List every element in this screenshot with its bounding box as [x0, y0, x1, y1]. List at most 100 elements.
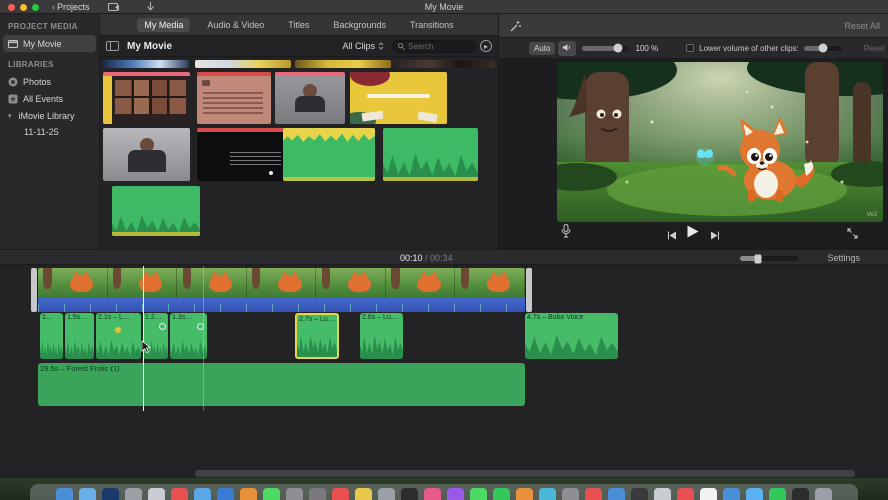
timeline-audio-clip[interactable]: 1.5s…	[65, 313, 94, 359]
dock-app-icon[interactable]	[424, 488, 441, 500]
video-preview[interactable]: Ve3	[557, 62, 883, 222]
timeline-audio-clip[interactable]: 4.7s – Bobo Voice	[525, 313, 618, 359]
sidebar-item-library-date[interactable]: 11-11-25	[0, 124, 99, 140]
timeline-audio-clip[interactable]: 1…	[40, 313, 63, 359]
dock-app-icon[interactable]	[56, 488, 73, 500]
media-thumbnail[interactable]	[295, 60, 391, 68]
timeline-hscrollbar[interactable]	[195, 470, 855, 477]
dock-app-icon[interactable]	[539, 488, 556, 500]
tab-backgrounds[interactable]: Backgrounds	[326, 18, 393, 32]
media-thumbnail[interactable]	[195, 60, 291, 68]
tab-audio-video[interactable]: Audio & Video	[200, 18, 271, 32]
speaker-icon	[563, 43, 571, 51]
skip-back-icon[interactable]	[667, 227, 677, 245]
dock-app-icon[interactable]	[493, 488, 510, 500]
dock-app-icon[interactable]	[378, 488, 395, 500]
media-thumbnail[interactable]	[197, 72, 271, 124]
enhance-wand-icon[interactable]	[505, 17, 525, 35]
timeline-audio-clip-selected[interactable]: 2.7s – Lu…	[295, 313, 339, 359]
video-clip-audio[interactable]	[38, 298, 525, 312]
dock-app-icon[interactable]	[815, 488, 832, 500]
dock-app-icon[interactable]	[447, 488, 464, 500]
dock-app-icon[interactable]	[286, 488, 303, 500]
sidebar-item-photos[interactable]: Photos	[0, 73, 99, 90]
all-events-icon	[8, 94, 18, 104]
dock-app-icon[interactable]	[171, 488, 188, 500]
dock-app-icon[interactable]	[562, 488, 579, 500]
dock-app-icon[interactable]	[401, 488, 418, 500]
dock-app-icon[interactable]	[585, 488, 602, 500]
lower-volume-slider[interactable]	[803, 43, 842, 53]
skip-forward-icon[interactable]	[710, 227, 720, 245]
fox-forest-frame	[557, 62, 883, 222]
record-voiceover-icon[interactable]	[561, 224, 571, 243]
dock-app-icon[interactable]	[240, 488, 257, 500]
all-clips-filter[interactable]: All Clips	[342, 41, 384, 51]
dock-app-icon[interactable]	[148, 488, 165, 500]
dock-app-icon[interactable]	[631, 488, 648, 500]
media-thumbnail[interactable]	[350, 72, 447, 124]
tab-transitions[interactable]: Transitions	[403, 18, 461, 32]
dock-app-icon[interactable]	[355, 488, 372, 500]
fullscreen-icon[interactable]	[847, 226, 858, 244]
sidebar-item-imovie-library[interactable]: ▾ iMovie Library	[0, 107, 99, 124]
trim-handle-left[interactable]	[31, 268, 37, 312]
media-thumbnail[interactable]	[112, 186, 200, 236]
continuous-playback-icon[interactable]: ▸	[480, 40, 492, 52]
background-music-clip[interactable]: 29.5s – Forest Frolic (1)	[38, 363, 525, 406]
dock-app-icon[interactable]	[194, 488, 211, 500]
dock-app-icon[interactable]	[102, 488, 119, 500]
dock	[30, 484, 858, 500]
dock-app-icon[interactable]	[470, 488, 487, 500]
tab-titles[interactable]: Titles	[281, 18, 316, 32]
reset-all-button[interactable]: Reset All	[844, 21, 880, 31]
video-clip-filmstrip[interactable]	[38, 268, 525, 298]
chevron-down-icon[interactable]: ▾	[8, 112, 12, 120]
filmstrip-frame	[246, 268, 317, 298]
dock-app-icon[interactable]	[769, 488, 786, 500]
play-icon[interactable]	[687, 225, 699, 243]
dock-app-icon[interactable]	[677, 488, 694, 500]
dock-app-icon[interactable]	[723, 488, 740, 500]
auto-volume-button[interactable]: Auto	[529, 41, 556, 55]
search-input[interactable]: Search	[392, 39, 476, 53]
dock-app-icon[interactable]	[516, 488, 533, 500]
timeline-settings-button[interactable]: Settings	[827, 253, 860, 263]
dock-app-icon[interactable]	[309, 488, 326, 500]
media-thumbnail[interactable]	[103, 72, 190, 124]
lower-volume-checkbox[interactable]	[686, 44, 695, 52]
media-thumbnail[interactable]	[103, 60, 189, 68]
dock-app-icon[interactable]	[263, 488, 280, 500]
mouse-cursor	[141, 340, 151, 359]
dock-app-icon[interactable]	[654, 488, 671, 500]
tab-my-media[interactable]: My Media	[137, 17, 191, 32]
dock-app-icon[interactable]	[217, 488, 234, 500]
dock-app-icon[interactable]	[125, 488, 142, 500]
media-thumbnail[interactable]	[395, 60, 495, 68]
dock-app-icon[interactable]	[79, 488, 96, 500]
sidebar-item-my-movie[interactable]: My Movie	[3, 35, 96, 52]
trim-handle-right[interactable]	[526, 268, 532, 312]
media-thumbnail[interactable]	[383, 128, 478, 181]
browser-title: My Movie	[127, 40, 173, 52]
sidebar-toggle-icon[interactable]	[106, 41, 119, 51]
mute-button[interactable]	[558, 40, 577, 56]
timeline-audio-clip[interactable]: 2.6s – Lu…	[360, 313, 403, 359]
dock-app-icon[interactable]	[332, 488, 349, 500]
filmstrip-frame	[316, 268, 386, 298]
dock-app-icon[interactable]	[608, 488, 625, 500]
media-thumbnail[interactable]	[103, 128, 190, 181]
dock-app-icon[interactable]	[746, 488, 763, 500]
timeline-zoom-slider[interactable]	[740, 254, 798, 263]
media-thumbnail[interactable]	[197, 128, 290, 181]
dock-app-icon[interactable]	[792, 488, 809, 500]
timeline-audio-clip[interactable]: 1.3s…	[170, 313, 207, 359]
reset-button[interactable]: Reset	[864, 44, 885, 53]
media-thumbnail[interactable]	[275, 72, 345, 124]
playhead[interactable]	[143, 266, 144, 411]
media-thumbnail[interactable]	[283, 128, 375, 181]
sidebar-item-all-events[interactable]: All Events	[0, 90, 99, 107]
dock-app-icon[interactable]	[700, 488, 717, 500]
volume-slider[interactable]	[582, 43, 629, 53]
timeline-audio-clip[interactable]: 2.1s – L…	[96, 313, 141, 359]
